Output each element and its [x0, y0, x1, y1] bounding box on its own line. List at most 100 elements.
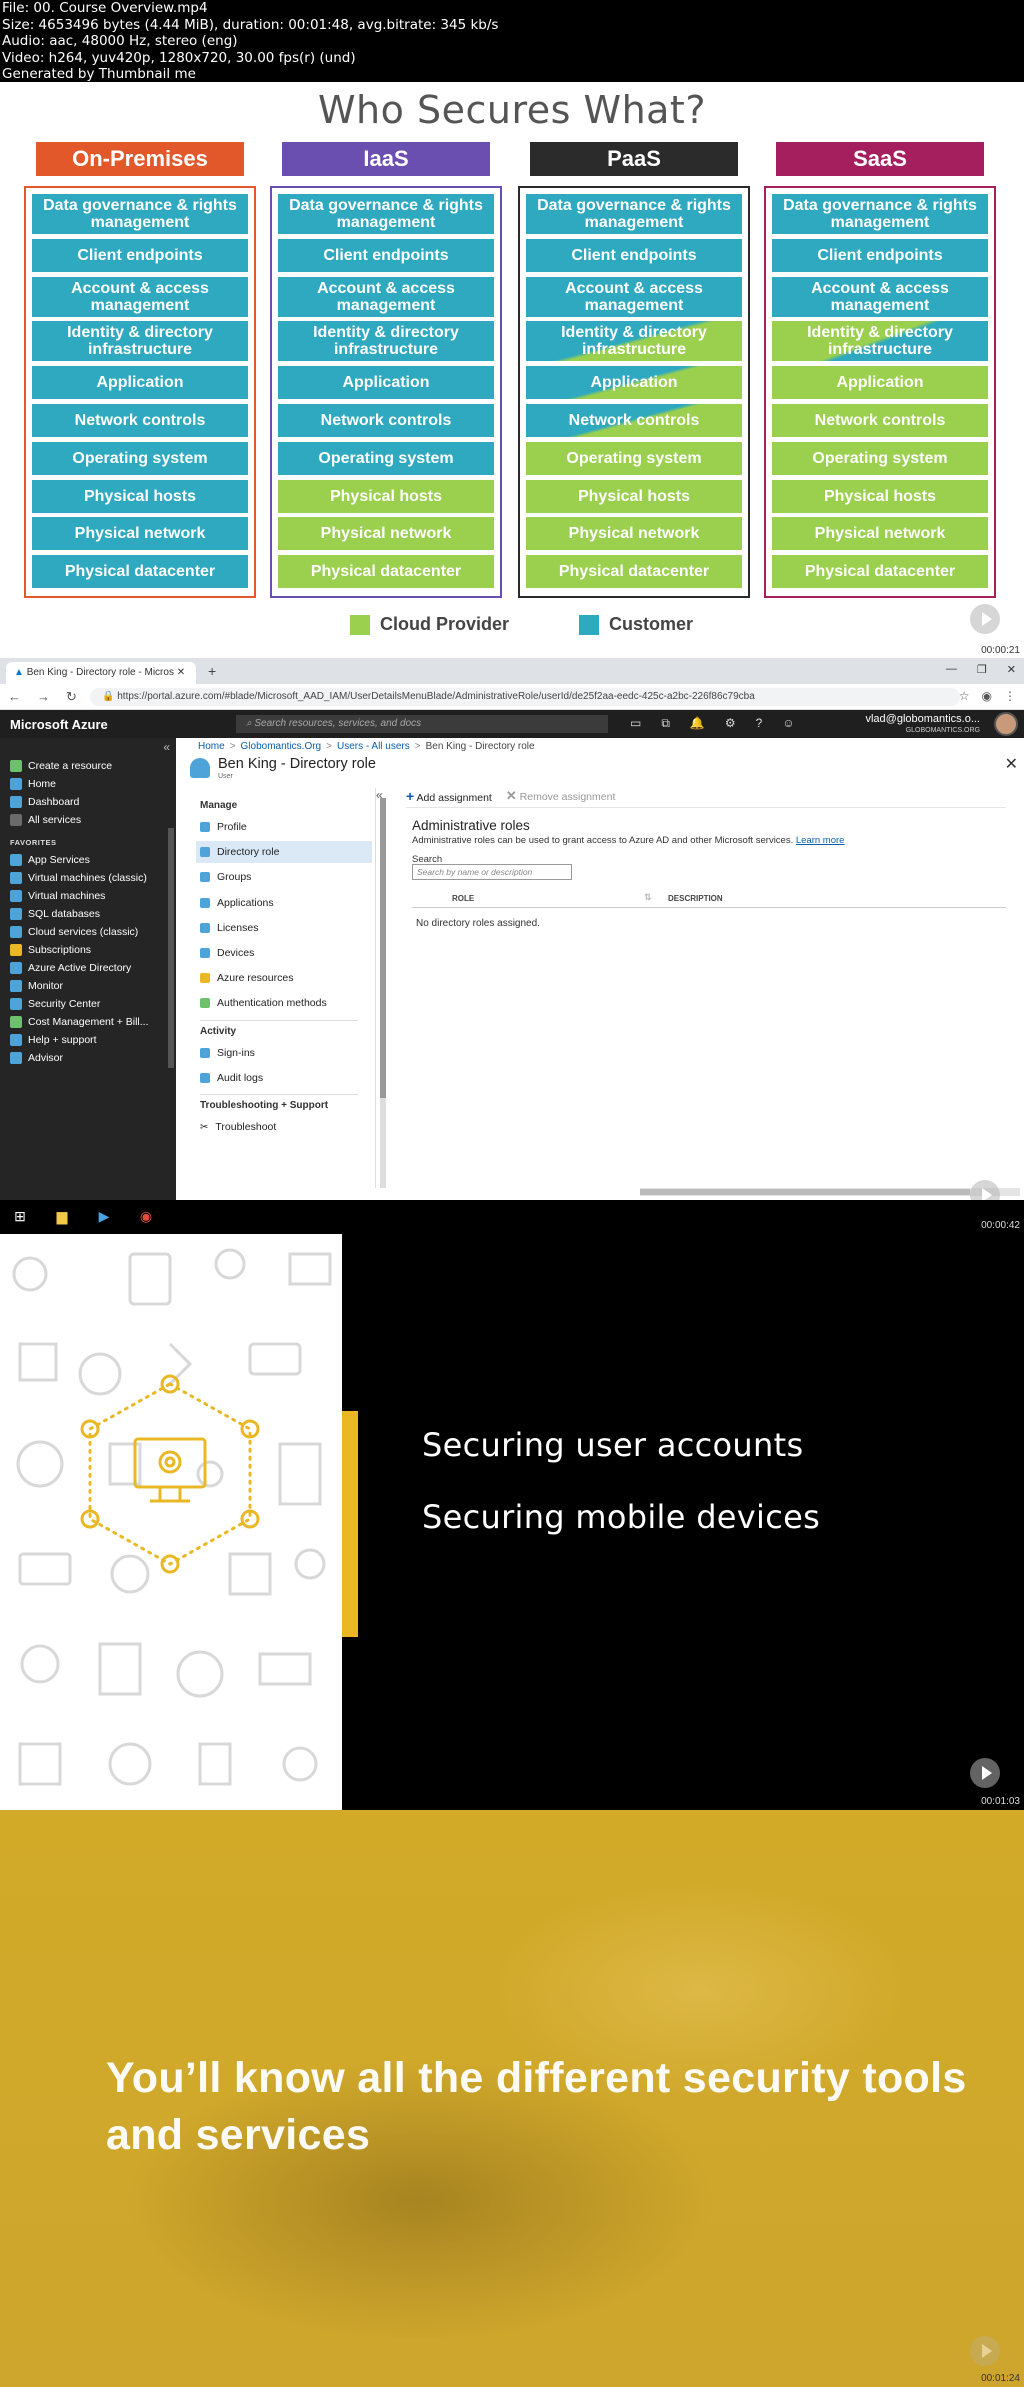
learn-more-link[interactable]: Learn more [796, 835, 845, 846]
back-icon[interactable]: ← [8, 689, 21, 705]
directory-filter-icon[interactable]: ⧉ [661, 716, 670, 731]
blade-nav: « Manage Profile Directory role Groups Appli… [176, 788, 386, 1188]
accent-bar [342, 1411, 358, 1637]
sidebar-item[interactable]: Monitor [10, 980, 63, 992]
nav-item[interactable]: Profile [200, 816, 376, 838]
sidebar-item[interactable]: Advisor [10, 1052, 63, 1064]
remove-assignment-button[interactable]: ✕ Remove assignment [506, 788, 616, 807]
nav-item[interactable]: Azure resources [200, 967, 376, 989]
sidebar-item-label: Home [28, 778, 57, 790]
sidebar-item[interactable]: Help + support [10, 1034, 97, 1046]
layer-item: Identity & directory infrastructure [278, 321, 494, 362]
sidebar-item[interactable]: SQL databases [10, 908, 100, 920]
restore-icon[interactable]: ❐ [977, 663, 987, 676]
portal-name[interactable]: Microsoft Azure [10, 717, 108, 732]
breadcrumb-item: Ben King - Directory role [425, 741, 535, 752]
sidebar-item[interactable]: All services [10, 814, 81, 826]
sidebar-item-label: SQL databases [28, 908, 100, 920]
sidebar-item-label: Subscriptions [28, 944, 92, 956]
resource-search-input[interactable]: ⌕ Search resources, services, and docs [236, 715, 608, 733]
sidebar-item[interactable]: Home [10, 778, 56, 790]
sidebar-item[interactable]: Dashboard [10, 796, 79, 808]
avatar[interactable] [994, 712, 1018, 736]
play-icon[interactable] [970, 1758, 1000, 1788]
breadcrumb-item[interactable]: Home [198, 741, 225, 752]
layer-item: Operating system [32, 441, 248, 475]
star-icon[interactable]: ☆ [959, 689, 970, 703]
new-tab-icon[interactable]: + [208, 663, 216, 679]
minimize-icon[interactable]: — [946, 663, 957, 676]
breadcrumb-item[interactable]: Globomantics.Org [241, 741, 322, 752]
layer-item: Application [526, 366, 742, 400]
play-icon[interactable] [970, 604, 1000, 634]
feedback-icon[interactable]: ☺ [782, 716, 794, 731]
add-assignment-button[interactable]: + Add assignment [406, 788, 492, 807]
sidebar-item[interactable]: Azure Active Directory [10, 962, 131, 974]
profile-icon[interactable]: ◉ [982, 689, 992, 703]
sidebar-scrollbar[interactable] [168, 828, 174, 1068]
sidebar-item[interactable]: Subscriptions [10, 944, 91, 956]
nav-item[interactable]: Licenses [200, 917, 376, 939]
sidebar-item[interactable]: Security Center [10, 998, 100, 1010]
topbar-icons: ▭ ⧉ 🔔 ⚙? ☺ [630, 716, 795, 731]
nav-item[interactable]: ✂ Troubleshoot [200, 1116, 376, 1138]
nav-item[interactable]: Devices [200, 942, 376, 964]
nav-item[interactable]: Audit logs [200, 1067, 376, 1089]
user-account[interactable]: vlad@globomantics.o... GLOBOMANTICS.ORG [865, 714, 980, 736]
close-tab-icon[interactable]: ✕ [177, 667, 185, 678]
timestamp: 00:00:42 [981, 1220, 1020, 1231]
breadcrumb-item[interactable]: Users - All users [337, 741, 410, 752]
column-heading: SaaS [776, 142, 984, 176]
nav-item-label: Authentication methods [217, 997, 327, 1010]
collapse-sidebar-icon[interactable]: « [163, 740, 170, 754]
powershell-icon[interactable]: ▶ [92, 1208, 116, 1225]
settings-icon[interactable]: ⚙ [725, 716, 736, 731]
window-controls: — ❐ ✕ [946, 663, 1016, 676]
slide-title: Who Secures What? [317, 88, 707, 132]
menu-icon[interactable]: ⋮ [1004, 689, 1016, 703]
chrome-icon[interactable]: ◉ [134, 1208, 158, 1225]
sidebar-item[interactable]: Create a resource [10, 760, 112, 772]
sidebar-item[interactable]: Virtual machines (classic) [10, 872, 147, 884]
file-info-line: Size: 4653496 bytes (4.44 MiB), duration… [2, 16, 499, 33]
layer-item: Application [32, 366, 248, 400]
reload-icon[interactable]: ↻ [66, 689, 77, 705]
x-icon: ✕ [505, 788, 517, 803]
layer-item: Identity & directory infrastructure [772, 321, 988, 362]
layer-item: Identity & directory infrastructure [526, 321, 742, 362]
browser-tab[interactable]: ▲ Ben King - Directory role - Micros ✕ [6, 662, 196, 684]
forward-icon[interactable]: → [37, 689, 50, 705]
notifications-icon[interactable]: 🔔 [690, 716, 705, 731]
close-window-icon[interactable]: ✕ [1007, 663, 1016, 676]
directory-role-content: + Add assignment ✕ Remove assignment Adm… [406, 788, 1006, 1188]
sidebar-item-label: Virtual machines [28, 890, 106, 902]
nav-item[interactable]: Directory role [196, 841, 372, 864]
empty-state: No directory roles assigned. [416, 918, 540, 929]
sidebar-item[interactable]: Virtual machines [10, 890, 105, 902]
cloud-shell-icon[interactable]: ▭ [630, 716, 641, 731]
sidebar-item[interactable]: Cloud services (classic) [10, 926, 138, 938]
nav-item[interactable]: Sign-ins [200, 1042, 376, 1064]
nav-item[interactable]: Groups [200, 866, 376, 888]
layer-item: Data governance & rights management [278, 194, 494, 234]
nav-item-label: Licenses [217, 921, 259, 934]
column-description[interactable]: DESCRIPTION [668, 894, 723, 903]
sidebar-item[interactable]: Cost Management + Bill... [10, 1016, 149, 1028]
help-icon[interactable]: ? [756, 716, 763, 731]
nav-scrollbar[interactable] [380, 798, 386, 1188]
column-on-premises: On-Premises Data governance & rights mana… [24, 142, 256, 598]
role-search-input[interactable]: Search by name or description [412, 864, 572, 880]
column-role[interactable]: ROLE [452, 894, 474, 903]
nav-item[interactable]: Applications [200, 892, 376, 914]
file-explorer-icon[interactable]: ▆ [50, 1208, 74, 1225]
favorites-label: FAVORITES [10, 838, 57, 847]
close-icon[interactable]: ✕ [1005, 754, 1018, 774]
url-field[interactable]: 🔒 https://portal.azure.com/#blade/Micros… [90, 688, 960, 706]
play-icon[interactable] [970, 2336, 1000, 2366]
horizontal-scrollbar[interactable] [640, 1188, 1020, 1196]
sidebar-item[interactable]: App Services [10, 854, 90, 866]
windows-start-icon[interactable]: ⊞ [8, 1208, 32, 1225]
nav-item[interactable]: Authentication methods [200, 992, 376, 1014]
sort-icon[interactable]: ⇅ [644, 892, 652, 903]
sidebar-item-label: Cost Management + Bill... [28, 1016, 149, 1028]
